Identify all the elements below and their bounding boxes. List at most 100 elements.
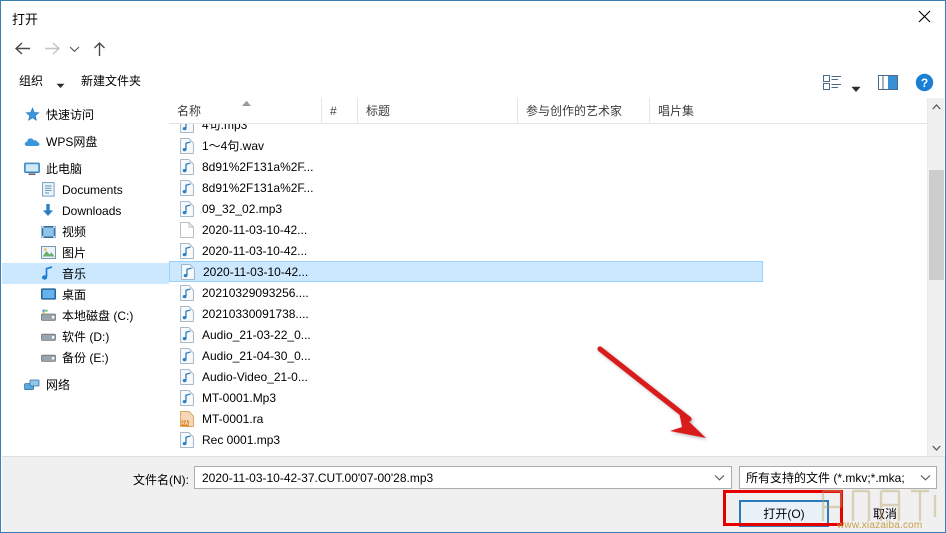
music-file-icon (179, 326, 195, 343)
file-list-scrollbar[interactable] (927, 98, 944, 456)
organize-caret-icon[interactable] (56, 78, 65, 92)
file-name-label: 2020-11-03-10-42... (203, 264, 309, 279)
star-icon (24, 107, 40, 123)
scroll-up-button[interactable] (928, 98, 944, 115)
table-row[interactable]: Rec 0001.mp3 (169, 429, 944, 450)
pictures-icon (40, 245, 56, 261)
scrollbar-thumb[interactable] (929, 170, 944, 280)
filename-input[interactable] (200, 467, 709, 488)
svg-text:RA: RA (181, 421, 189, 427)
view-layout-button[interactable] (819, 70, 845, 94)
file-name-label: 20210329093256.... (202, 285, 309, 300)
file-name-label: Audio_21-04-30_0... (202, 348, 311, 363)
organize-button[interactable]: 组织 (19, 72, 43, 89)
table-row-selected[interactable]: 2020-11-03-10-42... (169, 261, 763, 282)
table-row[interactable]: 1～4句.wav (169, 135, 944, 156)
file-name-label: Rec 0001.mp3 (202, 432, 281, 447)
view-layout-icon (822, 74, 841, 90)
file-row-clipped[interactable]: 4句.mp3 (169, 124, 944, 135)
drive-icon (40, 329, 56, 345)
close-button[interactable] (901, 1, 945, 31)
sidebar-item-wps-cloud[interactable]: WPS网盘 (2, 131, 169, 152)
open-button[interactable]: 打开(O) (739, 500, 829, 527)
sidebar-item-videos[interactable]: 视频 (2, 221, 169, 242)
file-name-label: 09_32_02.mp3 (202, 201, 283, 216)
column-header-album[interactable]: 唱片集 (649, 98, 777, 123)
filename-field[interactable] (194, 466, 732, 489)
table-row[interactable]: 20210330091738.... (169, 303, 944, 324)
preview-pane-button[interactable] (875, 70, 901, 94)
music-file-icon (179, 179, 195, 196)
music-file-icon (179, 284, 195, 301)
music-file-icon (179, 368, 195, 385)
up-button[interactable] (86, 36, 112, 61)
column-header-name[interactable]: 名称 (169, 98, 321, 123)
file-name-label: Audio_21-03-22_0... (202, 327, 311, 342)
arrow-right-icon (44, 42, 60, 55)
file-name-label: 8d91%2F131a%2F... (202, 180, 314, 195)
navigation-sidebar[interactable]: 快速访问 WPS网盘 此电脑 Documents Downloads 视频 图片… (2, 98, 169, 456)
column-header-track-number[interactable]: # (321, 98, 357, 123)
arrow-left-icon (14, 42, 30, 55)
column-header-label: 标题 (366, 104, 391, 118)
music-icon (40, 266, 56, 282)
column-header-title[interactable]: 标题 (357, 98, 517, 123)
sidebar-item-label: 本地磁盘 (C:) (62, 309, 134, 323)
column-header-contributing-artists[interactable]: 参与创作的艺术家 (517, 98, 649, 123)
file-type-value: 所有支持的文件 (*.mkv;*.mka; (746, 471, 905, 485)
music-file-icon (179, 137, 195, 154)
table-row[interactable]: Audio-Video_21-0... (169, 366, 944, 387)
table-row[interactable]: 4句.mp3 (169, 124, 944, 135)
sidebar-item-drive-e[interactable]: 备份 (E:) (2, 347, 169, 368)
table-row[interactable]: 8d91%2F131a%2F... (169, 156, 944, 177)
sidebar-item-documents[interactable]: Documents (2, 179, 169, 200)
table-row[interactable]: 20210329093256.... (169, 282, 944, 303)
sidebar-item-music[interactable]: 音乐 (2, 263, 169, 284)
music-file-icon (179, 389, 195, 406)
table-row[interactable]: Audio_21-03-22_0... (169, 324, 944, 345)
table-row[interactable]: 09_32_02.mp3 (169, 198, 944, 219)
file-rows-container[interactable]: 4句.mp3 1～4句.wav 8d91%2F131a%2F... 8d91%2… (169, 124, 944, 456)
recent-locations-button[interactable] (65, 36, 83, 61)
table-row[interactable]: 2020-11-03-10-42... (169, 219, 944, 240)
column-header-label: 名称 (177, 104, 202, 118)
sidebar-item-label: 图片 (62, 246, 87, 260)
drive-icon (40, 350, 56, 366)
filename-dropdown-icon[interactable] (714, 467, 725, 488)
window-title: 打开 (12, 12, 39, 27)
sidebar-item-label: WPS网盘 (46, 135, 98, 149)
sidebar-item-local-disk-c[interactable]: 本地磁盘 (C:) (2, 305, 169, 326)
video-icon (40, 224, 56, 240)
sidebar-item-desktop[interactable]: 桌面 (2, 284, 169, 305)
music-file-icon (179, 200, 195, 217)
sidebar-item-pictures[interactable]: 图片 (2, 242, 169, 263)
table-row[interactable]: MT-0001.Mp3 (169, 387, 944, 408)
table-row[interactable]: 2020-11-03-10-42... (169, 240, 944, 261)
downloads-icon (40, 203, 56, 219)
file-name-label: MT-0001.Mp3 (202, 390, 277, 405)
chevron-up-icon (932, 103, 941, 109)
sidebar-item-this-pc[interactable]: 此电脑 (2, 158, 169, 179)
table-row[interactable]: 8d91%2F131a%2F... (169, 177, 944, 198)
arrow-up-icon (93, 41, 105, 56)
sidebar-item-quick-access[interactable]: 快速访问 (2, 104, 169, 125)
sidebar-item-drive-d[interactable]: 软件 (D:) (2, 326, 169, 347)
blank-file-icon (179, 221, 195, 238)
back-button[interactable] (9, 36, 35, 61)
new-folder-button[interactable]: 新建文件夹 (81, 72, 141, 89)
scroll-down-button[interactable] (928, 439, 944, 456)
file-name-label: 20210330091738.... (202, 306, 309, 321)
cancel-button[interactable]: 取消 (842, 501, 928, 526)
table-row[interactable]: Audio_21-04-30_0... (169, 345, 944, 366)
column-header-label: 参与创作的艺术家 (526, 104, 623, 118)
help-button[interactable]: ? (911, 70, 937, 94)
file-type-dropdown[interactable]: 所有支持的文件 (*.mkv;*.mka; (739, 466, 937, 489)
sidebar-item-label: 桌面 (62, 288, 87, 302)
table-row[interactable]: RA MT-0001.ra (169, 408, 944, 429)
close-icon (918, 10, 930, 22)
open-file-dialog: 打开 搜索"音乐" 组织 新建文件夹 ? 快速访问 WPS网盘 此电脑 Docu… (0, 0, 946, 533)
chevron-down-icon[interactable] (920, 467, 931, 488)
sidebar-item-downloads[interactable]: Downloads (2, 200, 169, 221)
chevron-down-icon (932, 445, 941, 451)
sidebar-item-network[interactable]: 网络 (2, 374, 169, 395)
